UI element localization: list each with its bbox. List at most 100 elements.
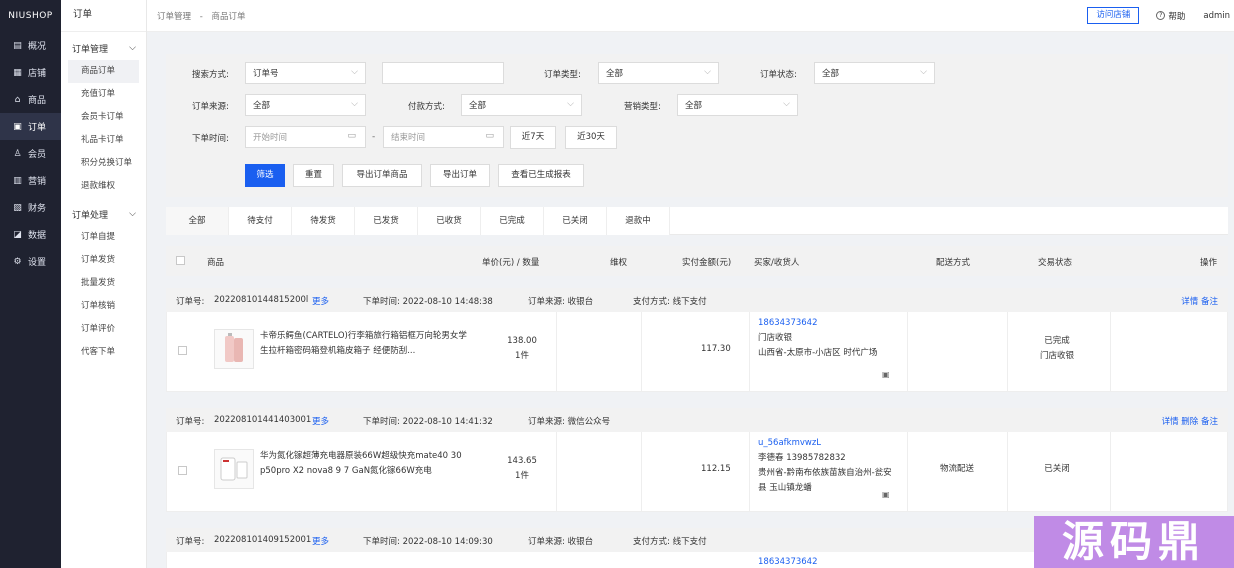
promo-type-select[interactable]: 全部 ⌵ xyxy=(677,94,798,116)
sub-nav-item[interactable]: 代客下单 xyxy=(61,341,146,364)
nav-item-marketing[interactable]: ▥ 营销 xyxy=(0,167,61,194)
order-tab[interactable]: 待支付 xyxy=(229,207,292,235)
sub-nav-item[interactable]: 订单核销 xyxy=(61,295,146,318)
sub-nav-item[interactable]: 批量发货 xyxy=(61,272,146,295)
sub-group-order-manage[interactable]: 订单管理 ⌵ xyxy=(61,36,146,60)
marketing-icon: ▥ xyxy=(13,175,22,186)
product-name[interactable]: 华为氮化镓超薄充电器原装66W超级快充mate40 30 p50pro X2 n… xyxy=(260,449,470,479)
luggage-image xyxy=(225,333,243,362)
nav-item-data[interactable]: ◪ 数据 xyxy=(0,221,61,248)
order-source-select[interactable]: 全部 ⌵ xyxy=(245,94,366,116)
order-no: 20220810144815200l xyxy=(214,295,309,305)
quantity: 1件 xyxy=(515,471,529,481)
nav-item-label: 数据 xyxy=(28,231,47,241)
order-time-label: 下单时间: xyxy=(192,134,229,144)
nav-item-member[interactable]: ♙ 会员 xyxy=(0,140,61,167)
visit-store-button[interactable]: 访问店铺 xyxy=(1087,7,1140,24)
nav-item-order[interactable]: ▣ 订单 xyxy=(0,113,61,140)
nav-item-store[interactable]: ▦ 店铺 xyxy=(0,59,61,86)
filter-panel: 搜索方式: 订单号 ⌵ 订单类型: 全部 ⌵ 订单状态: 全部 ⌵ 订单来源: … xyxy=(166,54,1228,197)
select-all-checkbox[interactable] xyxy=(176,256,185,265)
order-source: 订单来源: 收银台 xyxy=(528,537,594,547)
breadcrumb-current: 商品订单 xyxy=(211,11,246,22)
nav-item-settings[interactable]: ⚙ 设置 xyxy=(0,248,61,275)
unit-price: 138.00 xyxy=(507,336,537,346)
chevron-down-icon: ⌵ xyxy=(129,209,136,219)
pay-method-select[interactable]: 全部 ⌵ xyxy=(461,94,582,116)
nav-item-label: 会员 xyxy=(28,150,47,160)
buyer-phone[interactable]: 18634373642 xyxy=(758,316,893,331)
sub-nav-item[interactable]: 礼品卡订单 xyxy=(61,129,146,152)
order-tab[interactable]: 已收货 xyxy=(418,207,481,235)
help-link[interactable]: ? 帮助 xyxy=(1156,10,1185,22)
order-more-link[interactable]: 更多 xyxy=(312,535,329,547)
export-orders-button[interactable]: 导出订单 xyxy=(430,164,490,187)
order-source: 订单来源: 微信公众号 xyxy=(528,417,611,427)
promo-type-value: 全部 xyxy=(685,101,703,111)
order-tab[interactable]: 待发货 xyxy=(292,207,355,235)
trade-status: 已完成 xyxy=(1044,336,1070,346)
order-type-label: 订单类型: xyxy=(544,70,581,80)
order-tab[interactable]: 已发货 xyxy=(355,207,418,235)
sub-nav-item[interactable]: 退款维权 xyxy=(61,175,146,198)
order-time: 下单时间: 2022-08-10 14:41:32 xyxy=(363,417,493,427)
product-name[interactable]: 卡帝乐鳄鱼(CARTELO)行李箱旅行箱铝框万向轮男女学生拉杆箱密码箱登机箱皮箱… xyxy=(260,329,470,359)
breadcrumb-item[interactable]: 订单管理 xyxy=(157,12,191,22)
search-type-select[interactable]: 订单号 ⌵ xyxy=(245,62,366,84)
sub-nav-item[interactable]: 充值订单 xyxy=(61,83,146,106)
order-status-select[interactable]: 全部 ⌵ xyxy=(814,62,935,84)
nav-item-label: 概况 xyxy=(28,42,47,52)
order-actions[interactable]: 详情 删除 备注 xyxy=(1162,415,1218,427)
copy-icon[interactable]: ▣ xyxy=(882,370,890,379)
export-goods-button[interactable]: 导出订单商品 xyxy=(342,164,422,187)
sub-nav-item[interactable]: 订单评价 xyxy=(61,318,146,341)
copy-icon[interactable]: ▣ xyxy=(882,490,890,499)
nav-item-overview[interactable]: ▤ 概况 xyxy=(0,32,61,59)
product-thumbnail[interactable] xyxy=(214,449,254,489)
product-thumbnail[interactable] xyxy=(214,329,254,369)
sub-nav-item[interactable]: 会员卡订单 xyxy=(61,106,146,129)
order-tab[interactable]: 已完成 xyxy=(481,207,544,235)
end-time-input[interactable]: 结束时间 ▭ xyxy=(383,126,504,148)
last-30-days-button[interactable]: 近30天 xyxy=(565,126,617,149)
nav-item-label: 订单 xyxy=(28,123,47,133)
breadcrumb-separator: - xyxy=(199,11,203,22)
nav-item-finance[interactable]: ▧ 财务 xyxy=(0,194,61,221)
row-checkbox[interactable] xyxy=(178,466,187,475)
view-reports-button[interactable]: 查看已生成报表 xyxy=(498,164,584,187)
order-tab[interactable]: 已关闭 xyxy=(544,207,607,235)
buyer-phone[interactable]: 18634373642 xyxy=(758,555,818,568)
order-type-select[interactable]: 全部 ⌵ xyxy=(598,62,719,84)
start-time-input[interactable]: 开始时间 ▭ xyxy=(245,126,366,148)
sub-group-order-process[interactable]: 订单处理 ⌵ xyxy=(61,202,146,226)
finance-icon: ▧ xyxy=(13,202,22,213)
order-more-link[interactable]: 更多 xyxy=(312,295,329,307)
nav-item-goods[interactable]: ⌂ 商品 xyxy=(0,86,61,113)
member-icon: ♙ xyxy=(13,148,22,159)
order-no: 202208101409152001 xyxy=(214,535,312,545)
sub-nav-item[interactable]: 订单自提 xyxy=(61,226,146,249)
reset-button[interactable]: 重置 xyxy=(293,164,334,187)
order-no-label: 订单号: xyxy=(176,537,205,547)
filter-button[interactable]: 筛选 xyxy=(245,164,285,187)
sub-nav-item[interactable]: 订单发货 xyxy=(61,249,146,272)
order-more-link[interactable]: 更多 xyxy=(312,415,329,427)
sub-sidebar-title: 订单 xyxy=(61,0,146,32)
sub-nav-item[interactable]: 商品订单 xyxy=(68,60,139,83)
chevron-down-icon: ⌵ xyxy=(567,99,574,109)
order-pay-method: 支付方式: 线下支付 xyxy=(633,297,707,307)
buyer-nickname[interactable]: u_56afkmvwzL xyxy=(758,436,893,451)
user-menu[interactable]: admin xyxy=(1203,11,1230,21)
row-checkbox[interactable] xyxy=(178,346,187,355)
order-status-value: 全部 xyxy=(822,69,840,79)
pay-method-value: 全部 xyxy=(469,101,487,111)
help-icon: ? xyxy=(1156,11,1166,20)
sub-nav-item[interactable]: 积分兑换订单 xyxy=(61,152,146,175)
help-label: 帮助 xyxy=(1168,11,1186,22)
search-input[interactable] xyxy=(382,62,504,84)
order-tab[interactable]: 全部 xyxy=(166,207,229,235)
order-actions[interactable]: 详情 备注 xyxy=(1181,295,1218,307)
last-7-days-button[interactable]: 近7天 xyxy=(510,126,556,149)
order-tab[interactable]: 退款中 xyxy=(607,207,670,235)
nav-item-label: 店铺 xyxy=(28,69,47,79)
